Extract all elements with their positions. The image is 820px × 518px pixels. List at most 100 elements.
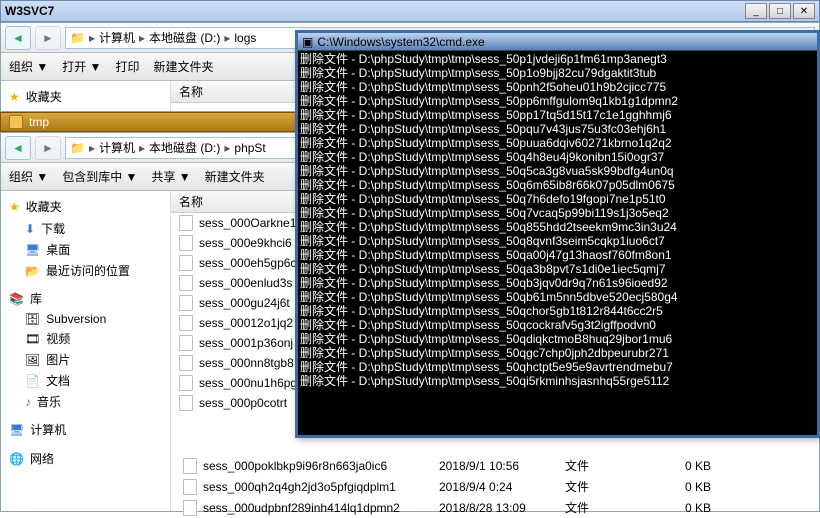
download-icon: ⬇ xyxy=(25,222,35,236)
file-name: sess_000Oarkne1 xyxy=(199,216,296,230)
nav-forward-button[interactable]: ► xyxy=(35,136,61,160)
cmd-line: 删除文件 - D:\phpStudy\tmp\tmp\sess_50qdiqkc… xyxy=(300,332,815,346)
nav-back-button[interactable]: ◄ xyxy=(5,136,31,160)
db-icon: 🗄 xyxy=(25,312,40,326)
maximize-button[interactable]: □ xyxy=(769,3,791,19)
cmd-line: 删除文件 - D:\phpStudy\tmp\tmp\sess_50pp17tq… xyxy=(300,108,815,122)
print-button[interactable]: 打印 xyxy=(115,58,139,75)
cmd-line: 删除文件 - D:\phpStudy\tmp\tmp\sess_50qchor5… xyxy=(300,304,815,318)
cmd-line: 删除文件 - D:\phpStudy\tmp\tmp\sess_50p1o9bj… xyxy=(300,66,815,80)
favorites-header[interactable]: ★ 收藏夹 xyxy=(1,85,170,108)
file-icon xyxy=(179,235,193,251)
cmd-line: 删除文件 - D:\phpStudy\tmp\tmp\sess_50qi5rkm… xyxy=(300,374,815,388)
file-name: sess_000poklbkp9i96r8n663ja0ic6 xyxy=(203,459,387,473)
cmd-window[interactable]: ▣ C:\Windows\system32\cmd.exe 删除文件 - D:\… xyxy=(295,30,820,438)
file-type: 文件 xyxy=(565,478,645,495)
cmd-line: 删除文件 - D:\phpStudy\tmp\tmp\sess_50qa00j4… xyxy=(300,248,815,262)
file-type: 文件 xyxy=(565,499,645,516)
sidebar-item-desktop[interactable]: 🖥桌面 xyxy=(1,239,170,260)
sidebar-item-music[interactable]: ♪音乐 xyxy=(1,391,170,412)
file-icon xyxy=(179,255,193,271)
star-icon: ★ xyxy=(9,90,20,104)
cmd-title: C:\Windows\system32\cmd.exe xyxy=(317,35,484,49)
file-name: sess_000udpbnf289inh414lq1dpmn2 xyxy=(203,501,400,515)
include-menu[interactable]: 包含到库中 ▼ xyxy=(62,168,137,185)
cmd-line: 删除文件 - D:\phpStudy\tmp\tmp\sess_50q4h8eu… xyxy=(300,150,815,164)
file-size: 0 KB xyxy=(651,480,711,494)
newfolder-button[interactable]: 新建文件夹 xyxy=(205,168,265,185)
file-date: 2018/9/1 10:56 xyxy=(439,459,559,473)
breadcrumb-part[interactable]: 计算机 xyxy=(99,29,135,46)
doc-icon: 📄 xyxy=(25,374,40,388)
file-icon xyxy=(183,458,197,474)
organize-menu[interactable]: 组织 ▼ xyxy=(9,168,48,185)
file-name: sess_000qh2q4gh2jd3o5pfgiqdplm1 xyxy=(203,480,396,494)
file-icon xyxy=(183,479,197,495)
window-titlebar: W3SVC7 _ □ ✕ xyxy=(0,0,820,22)
file-size: 0 KB xyxy=(651,501,711,515)
favorites-label: 收藏夹 xyxy=(26,198,62,215)
desktop-icon: 🖥 xyxy=(25,243,40,257)
file-row[interactable]: sess_000poklbkp9i96r8n663ja0ic6 2018/9/1 … xyxy=(175,455,815,476)
nav-forward-button[interactable]: ► xyxy=(35,26,61,50)
sidebar: ★ 收藏夹 xyxy=(1,81,171,111)
newfolder-button[interactable]: 新建文件夹 xyxy=(153,58,213,75)
breadcrumb-part[interactable]: 计算机 xyxy=(99,139,135,156)
breadcrumb-part[interactable]: 本地磁盘 (D:) xyxy=(149,29,220,46)
cmd-icon: ▣ xyxy=(302,35,313,49)
cmd-titlebar[interactable]: ▣ C:\Windows\system32\cmd.exe xyxy=(298,33,817,51)
cmd-line: 删除文件 - D:\phpStudy\tmp\tmp\sess_50puua6d… xyxy=(300,136,815,150)
file-icon xyxy=(179,215,193,231)
cmd-line: 删除文件 - D:\phpStudy\tmp\tmp\sess_50qhctpt… xyxy=(300,360,815,374)
cmd-line: 删除文件 - D:\phpStudy\tmp\tmp\sess_50qgc7ch… xyxy=(300,346,815,360)
sidebar-item-video[interactable]: 🎞视频 xyxy=(1,328,170,349)
organize-menu[interactable]: 组织 ▼ xyxy=(9,58,48,75)
sidebar-item-pictures[interactable]: 🖼图片 xyxy=(1,349,170,370)
file-icon xyxy=(179,355,193,371)
file-name: sess_000nu1h6pg xyxy=(199,376,297,390)
cmd-line: 删除文件 - D:\phpStudy\tmp\tmp\sess_50qb3jqv… xyxy=(300,276,815,290)
network-header[interactable]: 🌐网络 xyxy=(1,447,170,470)
file-name: sess_000nn8tgb8 xyxy=(199,356,294,370)
share-menu[interactable]: 共享 ▼ xyxy=(151,168,190,185)
cmd-line: 删除文件 - D:\phpStudy\tmp\tmp\sess_50pp6mff… xyxy=(300,94,815,108)
breadcrumb-part[interactable]: logs xyxy=(234,31,256,45)
cmd-output: 删除文件 - D:\phpStudy\tmp\tmp\sess_50p1jvde… xyxy=(298,51,817,389)
close-button[interactable]: ✕ xyxy=(793,3,815,19)
sidebar-item-subversion[interactable]: 🗄Subversion xyxy=(1,310,170,328)
cmd-line: 删除文件 - D:\phpStudy\tmp\tmp\sess_50qb61m5… xyxy=(300,290,815,304)
cmd-line: 删除文件 - D:\phpStudy\tmp\tmp\sess_50q5ca3g… xyxy=(300,164,815,178)
library-icon: 📚 xyxy=(9,292,24,306)
file-date: 2018/8/28 13:09 xyxy=(439,501,559,515)
open-menu[interactable]: 打开 ▼ xyxy=(62,58,101,75)
library-header[interactable]: 📚库 xyxy=(1,287,170,310)
file-row[interactable]: sess_000udpbnf289inh414lq1dpmn2 2018/8/28… xyxy=(175,497,815,518)
file-name: sess_000e9khci6 xyxy=(199,236,292,250)
file-type: 文件 xyxy=(565,457,645,474)
breadcrumb-part[interactable]: phpSt xyxy=(234,141,265,155)
cmd-line: 删除文件 - D:\phpStudy\tmp\tmp\sess_50pnh2f5… xyxy=(300,80,815,94)
video-icon: 🎞 xyxy=(25,332,40,346)
forward-arrow-icon: ► xyxy=(42,31,54,45)
minimize-button[interactable]: _ xyxy=(745,3,767,19)
file-size: 0 KB xyxy=(651,459,711,473)
recent-icon: 📂 xyxy=(25,264,40,278)
back-arrow-icon: ◄ xyxy=(12,141,24,155)
favorites-header[interactable]: ★ 收藏夹 xyxy=(1,195,170,218)
file-list-bottom: sess_000poklbkp9i96r8n663ja0ic6 2018/9/1 … xyxy=(175,455,815,518)
file-row[interactable]: sess_000qh2q4gh2jd3o5pfgiqdplm1 2018/9/4 … xyxy=(175,476,815,497)
file-date: 2018/9/4 0:24 xyxy=(439,480,559,494)
file-icon xyxy=(179,295,193,311)
forward-arrow-icon: ► xyxy=(42,141,54,155)
sidebar-item-recent[interactable]: 📂最近访问的位置 xyxy=(1,260,170,281)
sidebar-item-documents[interactable]: 📄文档 xyxy=(1,370,170,391)
file-icon xyxy=(179,275,193,291)
file-icon xyxy=(183,500,197,516)
cmd-line: 删除文件 - D:\phpStudy\tmp\tmp\sess_50q7h6de… xyxy=(300,192,815,206)
back-arrow-icon: ◄ xyxy=(12,31,24,45)
cmd-line: 删除文件 - D:\phpStudy\tmp\tmp\sess_50pqu7v4… xyxy=(300,122,815,136)
computer-header[interactable]: 🖥计算机 xyxy=(1,418,170,441)
nav-back-button[interactable]: ◄ xyxy=(5,26,31,50)
breadcrumb-part[interactable]: 本地磁盘 (D:) xyxy=(149,139,220,156)
sidebar-item-downloads[interactable]: ⬇下载 xyxy=(1,218,170,239)
